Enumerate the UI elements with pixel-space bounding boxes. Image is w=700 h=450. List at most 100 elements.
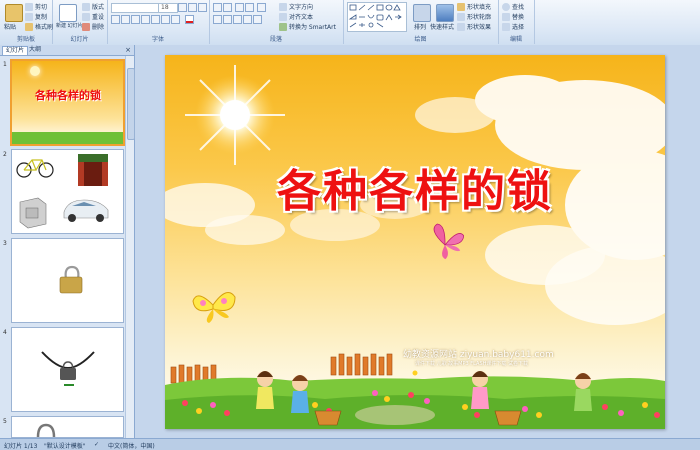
align-left-icon[interactable] xyxy=(213,15,222,24)
shape-outline-label: 形状轮廓 xyxy=(467,14,492,21)
font-group-label: 字体 xyxy=(151,36,164,43)
line-spacing-icon[interactable] xyxy=(257,3,266,12)
chain-caption-mark xyxy=(64,384,74,386)
paste-button[interactable]: 粘贴 xyxy=(4,22,16,31)
align-right-icon[interactable] xyxy=(233,15,242,24)
tab-outline[interactable]: 大纲 xyxy=(26,46,44,54)
watermark-links: 课件下载 儿歌 故事MP3 FLASH课件下载 试卷下载 xyxy=(415,361,528,367)
slide-thumbnail-5[interactable] xyxy=(11,416,124,438)
numbering-icon[interactable] xyxy=(223,3,232,12)
cut-button[interactable]: 剪切 xyxy=(25,2,47,11)
slide-thumbnail-4[interactable] xyxy=(11,327,124,412)
select-label: 选择 xyxy=(512,24,525,31)
copy-label: 复制 xyxy=(35,14,48,21)
fill-bucket-icon xyxy=(457,2,465,11)
drawing-group: 排列 快速样式 形状填充 形状轮廓 形状效果 绘图 xyxy=(343,0,499,44)
slide-number-5: 5 xyxy=(3,418,7,425)
cut-label: 剪切 xyxy=(35,4,48,11)
bullets-icon[interactable] xyxy=(213,3,222,12)
shrink-font-icon[interactable] xyxy=(188,3,197,12)
format-painter-button[interactable]: 格式刷 xyxy=(25,22,53,31)
reset-icon xyxy=(82,12,90,21)
shape-fill-label: 形状填充 xyxy=(467,4,492,11)
brush-icon xyxy=(25,22,33,31)
italic-icon[interactable] xyxy=(121,15,130,24)
align-center-icon[interactable] xyxy=(223,15,232,24)
watermark-site: 幼教资源网站 ziyuan.baby611.com xyxy=(403,350,554,360)
clear-format-icon[interactable] xyxy=(198,3,207,12)
spellcheck-icon[interactable]: ✓ xyxy=(94,441,99,448)
new-slide-button[interactable]: 新建 幻灯片 xyxy=(56,22,83,29)
strikethrough-icon[interactable] xyxy=(141,15,150,24)
slide-title[interactable]: 各种各样的锁 xyxy=(235,155,595,219)
paste-icon[interactable] xyxy=(5,4,23,22)
pink-butterfly-image xyxy=(433,223,465,260)
justify-icon[interactable] xyxy=(243,15,252,24)
text-direction-button[interactable]: 文字方向 xyxy=(279,2,313,11)
slide-number-3: 3 xyxy=(3,240,7,247)
thumb-1-grass xyxy=(12,132,123,144)
arrange-button[interactable]: 排列 xyxy=(414,22,426,31)
slide-thumbnail-2[interactable] xyxy=(11,149,124,234)
thumb-2-images xyxy=(16,154,109,229)
find-button[interactable]: 查找 xyxy=(502,2,524,11)
copy-icon xyxy=(25,12,33,21)
new-slide-icon[interactable] xyxy=(59,4,77,22)
replace-icon xyxy=(502,12,510,21)
binoculars-icon xyxy=(502,2,510,11)
slide-background-art xyxy=(165,65,665,429)
scrollbar-thumb[interactable] xyxy=(127,68,135,140)
thumb-3-padlock xyxy=(59,265,83,294)
align-text-button[interactable]: 对齐文本 xyxy=(279,12,313,21)
paragraph-group: 文字方向 对齐文本 转换为 SmartArt 段落 xyxy=(209,0,344,44)
shape-outline-button[interactable]: 形状轮廓 xyxy=(457,12,491,21)
increase-indent-icon[interactable] xyxy=(245,3,254,12)
slide-thumbnail-1[interactable]: 各种各样的锁 xyxy=(10,59,125,146)
underline-icon[interactable] xyxy=(131,15,140,24)
font-color-icon[interactable] xyxy=(185,15,194,24)
current-slide[interactable]: 各种各样的锁 幼教资源网站 ziyuan.baby611.com 课件下载 儿歌… xyxy=(165,55,665,429)
quick-styles-icon[interactable] xyxy=(436,4,454,22)
slide-number-2: 2 xyxy=(3,151,7,158)
char-spacing-icon[interactable] xyxy=(161,15,170,24)
delete-slide-button[interactable]: 删除 xyxy=(82,22,104,31)
reset-label: 重设 xyxy=(92,14,105,21)
shape-effects-button[interactable]: 形状效果 xyxy=(457,22,491,31)
select-button[interactable]: 选择 xyxy=(502,22,524,31)
font-name-input[interactable] xyxy=(111,3,159,13)
paste-label: 粘贴 xyxy=(4,24,17,31)
tab-slides[interactable]: 幻灯片 xyxy=(2,46,29,55)
close-pane-icon[interactable]: × xyxy=(125,46,131,54)
grow-font-icon[interactable] xyxy=(178,3,187,12)
copy-button[interactable]: 复制 xyxy=(25,12,47,21)
shape-fill-button[interactable]: 形状填充 xyxy=(457,2,491,11)
smartart-icon xyxy=(279,22,287,31)
columns-icon[interactable] xyxy=(253,15,262,24)
quick-styles-button[interactable]: 快速样式 xyxy=(430,22,454,31)
change-case-icon[interactable] xyxy=(171,15,180,24)
layout-button[interactable]: 版式 xyxy=(82,2,104,11)
reset-button[interactable]: 重设 xyxy=(82,12,104,21)
convert-smartart-label: 转换为 SmartArt xyxy=(289,24,336,31)
chain-image xyxy=(41,351,95,370)
arrange-icon[interactable] xyxy=(413,4,431,22)
shapes-gallery-icons xyxy=(348,4,402,28)
chain-padlock-image xyxy=(60,361,76,380)
shadow-icon[interactable] xyxy=(151,15,160,24)
bicycle-image xyxy=(16,159,54,178)
quick-styles-label: 快速样式 xyxy=(430,24,455,31)
arrange-label: 排列 xyxy=(414,24,427,31)
thumbnail-scrollbar[interactable] xyxy=(125,56,135,438)
new-slide-label: 新建 幻灯片 xyxy=(56,23,83,29)
status-bar: 幻灯片 1/13 "默认设计模板" ✓ 中文(简体，中国) xyxy=(0,438,700,450)
replace-button[interactable]: 替换 xyxy=(502,12,524,21)
decrease-indent-icon[interactable] xyxy=(235,3,244,12)
shapes-gallery[interactable] xyxy=(347,2,407,32)
slide-thumbnail-3[interactable] xyxy=(11,238,124,323)
align-text-icon xyxy=(279,12,287,21)
ribbon: 粘贴 剪切 复制 格式刷 剪贴板 新建 幻灯片 版式 重设 删除 幻灯片 18 … xyxy=(0,0,700,46)
bold-icon[interactable] xyxy=(111,15,120,24)
shape-effects-label: 形状效果 xyxy=(467,24,492,31)
font-size-input[interactable]: 18 xyxy=(158,3,178,13)
convert-smartart-button[interactable]: 转换为 SmartArt xyxy=(279,22,336,31)
